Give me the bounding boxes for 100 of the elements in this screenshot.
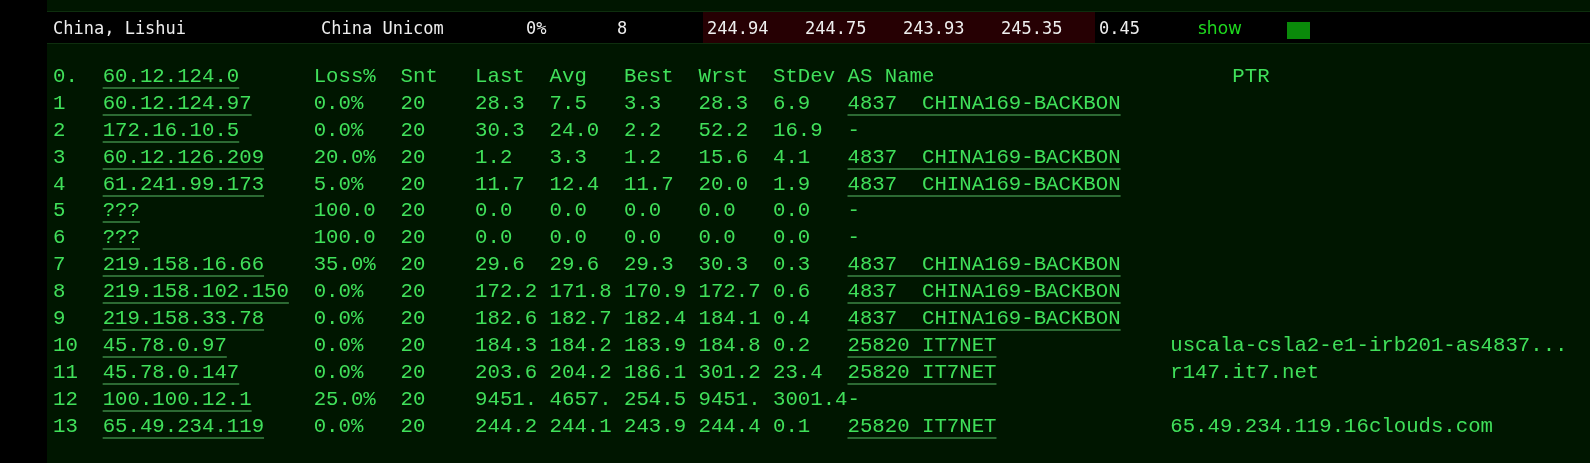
hop-number: 11 xyxy=(53,359,79,386)
wrst-value: 184.8 xyxy=(698,332,762,359)
wrst-value: 0.0 xyxy=(698,225,737,252)
as-link[interactable]: 25820 IT7NET xyxy=(847,414,997,438)
host-link[interactable]: 172.16.10.5 xyxy=(102,118,240,142)
hop-number: 6 xyxy=(53,225,67,252)
best-value: 182.4 xyxy=(624,306,688,332)
as-link[interactable]: 25820 IT7NET xyxy=(847,333,997,357)
host-link[interactable]: 100.100.12.1 xyxy=(102,387,252,411)
as-name: - xyxy=(847,386,861,413)
as-link[interactable]: 4837 CHINA169-BACKBON xyxy=(847,172,1121,196)
target-host-link[interactable]: 60.12.124.0 xyxy=(102,65,240,88)
latency-cell: 243.93 xyxy=(899,12,997,43)
last-value: 1.2 xyxy=(475,144,514,171)
as-link[interactable]: 4837 CHINA169-BACKBON xyxy=(847,91,1121,115)
as-name: - xyxy=(847,225,861,252)
host-link[interactable]: 219.158.102.150 xyxy=(102,280,289,304)
avg-value: 4657. xyxy=(549,386,613,413)
stdev-value: 0.4 xyxy=(773,306,812,332)
host-link[interactable]: 45.78.0.97 xyxy=(102,333,227,357)
column-header: Snt xyxy=(400,64,439,90)
as-link[interactable]: 25820 IT7NET xyxy=(847,360,997,384)
host-link[interactable]: 219.158.16.66 xyxy=(102,253,265,277)
best-value: 186.1 xyxy=(624,359,688,386)
host-link[interactable]: 61.241.99.173 xyxy=(102,172,265,196)
snt-value: 20 xyxy=(400,225,427,252)
avg-value: 244.1 xyxy=(549,413,613,440)
best-value: 29.3 xyxy=(624,252,675,279)
host-link[interactable]: 219.158.33.78 xyxy=(102,307,265,330)
as-link[interactable]: 4837 CHINA169-BACKBON xyxy=(847,253,1121,277)
snt-value: 20 xyxy=(400,171,427,198)
as-link[interactable]: 4837 CHINA169-BACKBON xyxy=(847,280,1121,304)
hop-number: 10 xyxy=(53,332,79,359)
column-header: Last xyxy=(475,64,526,90)
host-link[interactable]: 45.78.0.147 xyxy=(102,360,240,384)
wrst-value: 9451. xyxy=(698,386,762,413)
column-header: PTR xyxy=(1232,64,1270,90)
snt-value: 20 xyxy=(400,90,427,117)
host-link[interactable]: ??? xyxy=(102,199,140,223)
best-value: 3.3 xyxy=(624,90,663,117)
wrst-value: 184.1 xyxy=(698,306,762,332)
avg-value: 12.4 xyxy=(549,171,601,198)
isp-text: China Unicom xyxy=(321,17,445,38)
count-text: 8 xyxy=(617,17,629,38)
wrst-value: 244.4 xyxy=(698,413,762,440)
hop-number: 9 xyxy=(53,306,67,332)
host-link[interactable]: ??? xyxy=(102,226,140,250)
last-value: 182.6 xyxy=(475,306,539,332)
snt-value: 20 xyxy=(400,306,427,332)
hop-number: 8 xyxy=(53,279,67,306)
loss-value: 20.0% xyxy=(313,144,377,171)
show-link[interactable]: show xyxy=(1198,17,1242,38)
avg-value: 0.0 xyxy=(549,198,588,225)
last-value: 11.7 xyxy=(475,171,526,198)
snt-value: 20 xyxy=(400,198,427,225)
column-header: Wrst xyxy=(698,64,750,90)
best-value: 170.9 xyxy=(624,279,688,306)
ptr-text: r147.it7.net xyxy=(1170,359,1320,386)
as-link[interactable]: 4837 CHINA169-BACKBON xyxy=(847,307,1121,330)
column-header: Loss% xyxy=(313,64,377,90)
column-header: AS Name xyxy=(847,64,936,90)
loss-value: 25.0% xyxy=(313,386,377,413)
loss-value: 5.0% xyxy=(313,171,365,198)
latency-cell: 244.75 xyxy=(801,12,899,43)
stdev-value: 6.9 xyxy=(773,90,812,117)
stdev-value: 1.9 xyxy=(773,171,812,198)
last-value: 244.2 xyxy=(475,413,539,440)
loss-value: 35.0% xyxy=(313,252,377,279)
avg-value: 182.7 xyxy=(549,306,613,332)
best-value: 2.2 xyxy=(624,117,663,144)
last-value: 0.0 xyxy=(475,225,514,252)
wrst-value: 0.0 xyxy=(698,198,737,225)
wrst-value: 20.0 xyxy=(698,171,750,198)
wrst-value: 15.6 xyxy=(698,144,750,171)
loss-value: 0.0% xyxy=(313,413,365,440)
stdev-value: 4.1 xyxy=(773,144,812,171)
avg-value: 24.0 xyxy=(549,117,601,144)
stdev-value: 0.0 xyxy=(773,225,812,252)
ptr-text: uscala-csla2-e1-irb201-as4837... xyxy=(1170,332,1568,359)
ptr-text: 65.49.234.119.16clouds.com xyxy=(1170,413,1494,440)
location-text: China, Lishui xyxy=(53,17,188,38)
as-name: - xyxy=(847,117,861,144)
stdev-value: 0.1 xyxy=(773,413,812,440)
host-link[interactable]: 65.49.234.119 xyxy=(102,414,265,438)
avg-value: 184.2 xyxy=(549,332,613,359)
loss-value: 0.0% xyxy=(313,332,365,359)
best-value: 11.7 xyxy=(624,171,675,198)
avg-value: 29.6 xyxy=(549,252,601,279)
snt-value: 20 xyxy=(400,332,427,359)
last-value: 172.2 xyxy=(475,279,539,306)
host-link[interactable]: 60.12.126.209 xyxy=(102,145,265,169)
loss-value: 0.0% xyxy=(313,279,365,306)
loss-value: 100.0 xyxy=(313,225,377,252)
host-link[interactable]: 60.12.124.97 xyxy=(102,91,252,115)
avg-value: 7.5 xyxy=(549,90,588,117)
stdev-value: 23.4 xyxy=(773,359,824,386)
snt-value: 20 xyxy=(400,144,427,171)
hop-number: 5 xyxy=(53,198,67,225)
as-link[interactable]: 4837 CHINA169-BACKBON xyxy=(847,145,1121,169)
best-value: 0.0 xyxy=(624,198,663,225)
